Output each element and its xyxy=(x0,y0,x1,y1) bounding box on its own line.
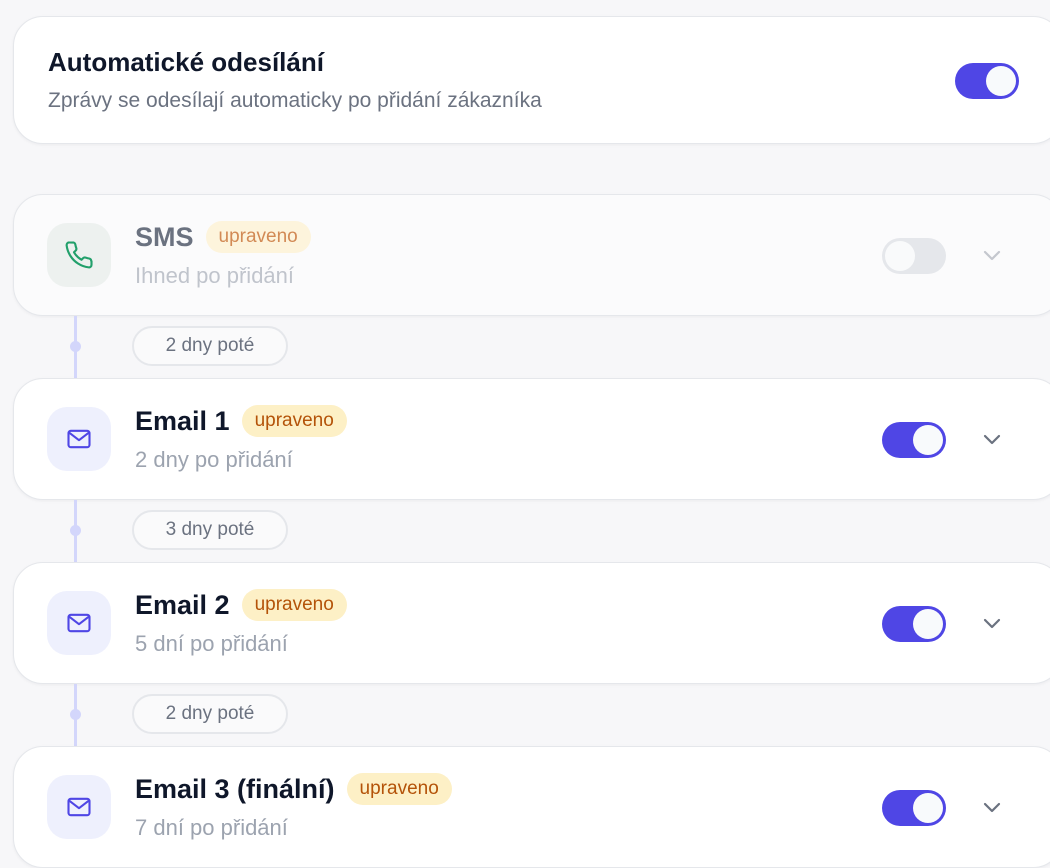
step-title-row: SMS upraveno xyxy=(135,221,311,253)
step-title: Email 3 (finální) xyxy=(135,773,335,804)
step-card-email-2[interactable]: Email 2 upraveno 5 dní po přidání xyxy=(13,562,1050,684)
step-card-email-3[interactable]: Email 3 (finální) upraveno 7 dní po přid… xyxy=(13,746,1050,868)
step-title: Email 1 xyxy=(135,405,230,436)
step-timing: Ihned po přidání xyxy=(135,263,295,288)
toggle-knob xyxy=(913,793,943,823)
timeline-dot xyxy=(70,709,81,720)
chevron-down-icon[interactable] xyxy=(977,611,1007,637)
step-title-row: Email 2 upraveno xyxy=(135,589,347,621)
step-timing: 2 dny po přidání xyxy=(135,447,293,472)
auto-send-title: Automatické odesílání xyxy=(48,47,324,77)
step-timing: 5 dní po přidání xyxy=(135,631,288,656)
delay-pill: 2 dny poté xyxy=(132,694,288,734)
step-toggle[interactable] xyxy=(882,606,946,642)
step-toggle[interactable] xyxy=(882,238,946,274)
delay-pill: 2 dny poté xyxy=(132,326,288,366)
toggle-knob xyxy=(986,66,1016,96)
mail-icon xyxy=(47,407,111,471)
modified-badge: upraveno xyxy=(346,773,452,805)
chevron-down-icon[interactable] xyxy=(977,427,1007,453)
delay-pill: 3 dny poté xyxy=(132,510,288,550)
step-title: Email 2 xyxy=(135,589,230,620)
auto-send-toggle[interactable] xyxy=(955,63,1019,99)
step-card-sms[interactable]: SMS upraveno Ihned po přidání xyxy=(13,194,1050,316)
step-timing: 7 dní po přidání xyxy=(135,815,288,840)
phone-icon xyxy=(47,223,111,287)
mail-icon xyxy=(47,775,111,839)
timeline-dot xyxy=(70,525,81,536)
modified-badge: upraveno xyxy=(241,589,347,621)
auto-send-subtitle: Zprávy se odesílají automaticky po přidá… xyxy=(48,89,542,112)
step-title-row: Email 1 upraveno xyxy=(135,405,347,437)
step-toggle[interactable] xyxy=(882,422,946,458)
step-title-row: Email 3 (finální) upraveno xyxy=(135,773,452,805)
modified-badge: upraveno xyxy=(205,221,311,253)
modified-badge: upraveno xyxy=(241,405,347,437)
mail-icon xyxy=(47,591,111,655)
timeline-dot xyxy=(70,341,81,352)
chevron-down-icon[interactable] xyxy=(977,243,1007,269)
chevron-down-icon[interactable] xyxy=(977,795,1007,821)
step-card-email-1[interactable]: Email 1 upraveno 2 dny po přidání xyxy=(13,378,1050,500)
toggle-knob xyxy=(885,241,915,271)
toggle-knob xyxy=(913,609,943,639)
step-title: SMS xyxy=(135,221,194,252)
auto-send-card: Automatické odesílání Zprávy se odesílaj… xyxy=(13,16,1050,144)
step-toggle[interactable] xyxy=(882,790,946,826)
toggle-knob xyxy=(913,425,943,455)
